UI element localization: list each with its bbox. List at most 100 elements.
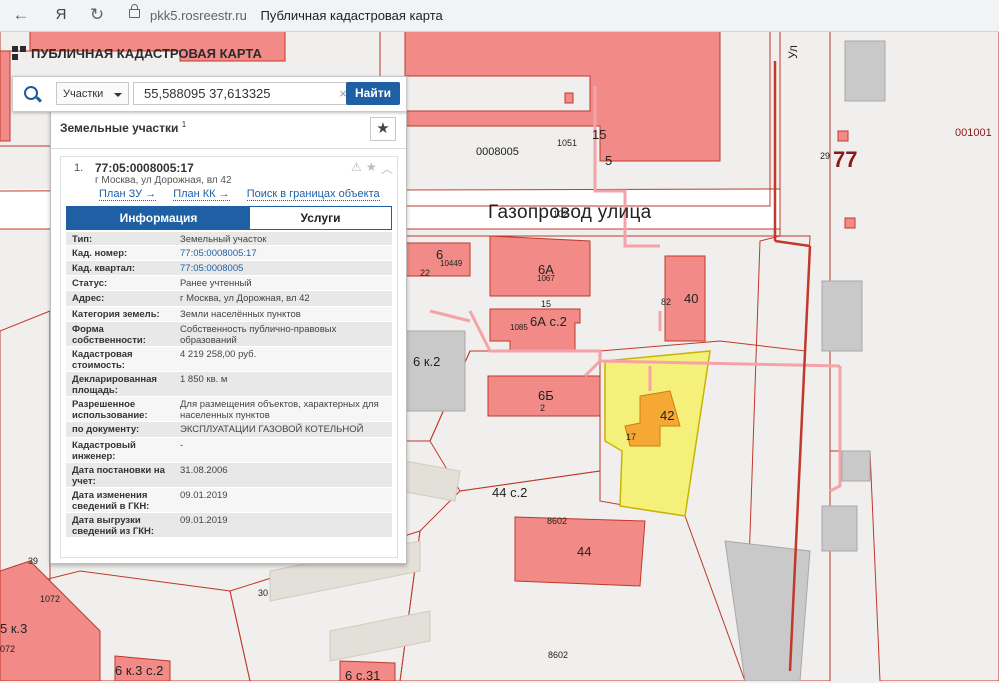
row-key: Дата выгрузки сведений из ГКН: bbox=[72, 515, 155, 537]
parcel-number: 22 bbox=[420, 268, 431, 278]
search-input-value: 55,588095 37,613325 bbox=[144, 86, 271, 101]
search-bar: Участки 55,588095 37,613325 × Найти bbox=[12, 76, 407, 112]
building-label: 5 к.3 bbox=[0, 621, 28, 636]
table-row: по документу: ЭКСПЛУАТАЦИИ ГАЗОВОЙ КОТЕЛЬ… bbox=[66, 422, 392, 438]
table-row: Статус: Ранее учтенный bbox=[66, 276, 392, 291]
parcel-number: 15 bbox=[541, 299, 552, 309]
parcel-number: 29 bbox=[820, 151, 831, 161]
table-row: Кад. номер: 77:05:0008005:17 bbox=[66, 246, 392, 261]
building-label: 44 с.2 bbox=[492, 485, 528, 500]
table-row: Категория земель: Земли населённых пункто… bbox=[66, 307, 392, 322]
table-row: Кадастровая стоимость: 4 219 258,00 руб. bbox=[66, 347, 392, 372]
table-row: Дата выгрузки сведений из ГКН: 09.01.2019 bbox=[66, 513, 392, 538]
browser-toolbar: ← Я ↻ pkk5.rosreestr.ru Публичная кадаст… bbox=[0, 0, 999, 32]
building-label: 15 bbox=[592, 127, 607, 142]
building-label: 44 bbox=[577, 544, 592, 559]
quarter-label: 0008005 bbox=[476, 146, 519, 158]
parcel-number: 17 bbox=[626, 432, 637, 442]
parcel-number: 39 bbox=[28, 556, 39, 566]
yandex-icon[interactable]: Я bbox=[50, 4, 72, 26]
lock-icon bbox=[129, 4, 140, 18]
row-value: г Москва, ул Дорожная, вл 42 bbox=[180, 293, 310, 304]
panel-count: 1 bbox=[181, 120, 187, 129]
search-input[interactable]: 55,588095 37,613325 × bbox=[133, 82, 354, 105]
row-value: ЭКСПЛУАТАЦИИ ГАЗОВОЙ КОТЕЛЬНОЙ bbox=[180, 424, 364, 435]
street-label: Газопровод улица bbox=[488, 202, 652, 223]
parcel-number: 1051 bbox=[557, 138, 578, 148]
search-category-value: Участки bbox=[63, 88, 104, 100]
row-key: Статус: bbox=[72, 278, 108, 289]
row-value: 09.01.2019 bbox=[180, 515, 228, 526]
row-key: Категория земель: bbox=[72, 309, 160, 320]
building-label: 6 к.2 bbox=[413, 354, 441, 369]
building-label: 5 bbox=[605, 153, 613, 168]
row-key: Форма собственности: bbox=[72, 324, 146, 346]
row-value-link[interactable]: 77:05:0008005:17 bbox=[180, 248, 386, 259]
parcel-number: 102 bbox=[553, 209, 569, 219]
address-bar[interactable]: pkk5.rosreestr.ru Публичная кадастровая … bbox=[150, 8, 443, 23]
land-plot-card: 1. 77:05:0008005:17 г Москва, ул Дорожна… bbox=[60, 156, 398, 558]
panel-title-text: Земельные участки bbox=[60, 121, 179, 135]
row-key: Кадастровая стоимость: bbox=[72, 349, 133, 371]
row-key: Тип: bbox=[72, 234, 93, 245]
parcel-number: 2 bbox=[540, 403, 546, 413]
row-key: Кад. номер: bbox=[72, 248, 128, 259]
divider bbox=[51, 148, 406, 149]
row-value: 4 219 258,00 руб. bbox=[180, 349, 257, 360]
row-key: Дата постановки на учет: bbox=[72, 465, 165, 487]
favorite-star-icon[interactable]: ★ bbox=[370, 117, 396, 141]
cadastral-number[interactable]: 77:05:0008005:17 bbox=[95, 161, 194, 175]
row-value: Для размещения объектов, характерных для… bbox=[180, 399, 379, 421]
chevron-up-icon[interactable]: ︿ bbox=[381, 160, 393, 177]
rosreestr-logo-icon bbox=[12, 46, 26, 60]
building-label: 42 bbox=[660, 408, 675, 423]
table-row: Кадастровый инженер: - bbox=[66, 438, 392, 463]
table-row: Кад. квартал: 77:05:0008005 bbox=[66, 261, 392, 276]
parcel-number: 10449 bbox=[440, 259, 463, 268]
back-arrow-icon[interactable]: ← bbox=[10, 4, 32, 26]
building-label: 40 bbox=[684, 291, 699, 306]
row-value: Земли населённых пунктов bbox=[180, 309, 301, 320]
reload-icon[interactable]: ↻ bbox=[86, 4, 108, 26]
search-icon[interactable] bbox=[24, 86, 38, 100]
plan-kk-link[interactable]: План КК → bbox=[173, 188, 230, 201]
row-key: Кадастровый инженер: bbox=[72, 440, 136, 462]
panel-title: Земельные участки 1 bbox=[60, 120, 186, 135]
parcel-number: 1085 bbox=[510, 323, 528, 332]
url-host: pkk5.rosreestr.ru bbox=[150, 8, 247, 23]
row-value: 09.01.2019 bbox=[180, 490, 228, 501]
parcel-number: 072 bbox=[0, 644, 16, 654]
building-label: 6А с.2 bbox=[530, 314, 567, 329]
search-category-select[interactable]: Участки bbox=[56, 82, 129, 105]
district-label: 77 bbox=[833, 147, 858, 172]
info-tabs: Информация Услуги bbox=[66, 206, 392, 230]
parcel-number: 1072 bbox=[40, 594, 61, 604]
row-value: - bbox=[180, 440, 184, 451]
find-button[interactable]: Найти bbox=[346, 82, 400, 105]
parcel-number: 1067 bbox=[537, 274, 555, 283]
table-row: Адрес: г Москва, ул Дорожная, вл 42 bbox=[66, 291, 392, 307]
row-key: Кад. квартал: bbox=[72, 263, 136, 274]
row-key: Разрешенное использование: bbox=[72, 399, 148, 421]
table-row: Декларированная площадь: 1 850 кв. м bbox=[66, 372, 392, 397]
table-row: Разрешенное использование: Для размещения… bbox=[66, 397, 392, 422]
building-label: 6 к.3 с.2 bbox=[115, 663, 164, 678]
row-value: Земельный участок bbox=[180, 234, 267, 245]
quarter-label: 001001 bbox=[955, 127, 992, 139]
row-key: Дата изменения сведений в ГКН: bbox=[72, 490, 150, 512]
page-title: Публичная кадастровая карта bbox=[260, 8, 443, 23]
parcel-number: 82 bbox=[661, 297, 672, 307]
attributes-table: Тип: Земельный участок Кад. номер: 77:05:0… bbox=[66, 232, 392, 538]
tab-information[interactable]: Информация bbox=[67, 207, 250, 229]
plot-address: г Москва, ул Дорожная, вл 42 bbox=[95, 175, 232, 186]
row-key: по документу: bbox=[72, 424, 140, 435]
table-row: Форма собственности: Собственность публич… bbox=[66, 322, 392, 347]
tab-services[interactable]: Услуги bbox=[250, 207, 391, 229]
table-row: Тип: Земельный участок bbox=[66, 232, 392, 246]
parcel-number: 8602 bbox=[548, 650, 569, 660]
warning-icon[interactable]: ⚠ bbox=[351, 160, 362, 174]
row-value-link[interactable]: 77:05:0008005 bbox=[180, 263, 386, 274]
parcel-number: 8602 bbox=[547, 516, 568, 526]
row-value: Собственность публично-правовых образова… bbox=[180, 324, 337, 346]
star-icon[interactable]: ★ bbox=[366, 160, 377, 174]
